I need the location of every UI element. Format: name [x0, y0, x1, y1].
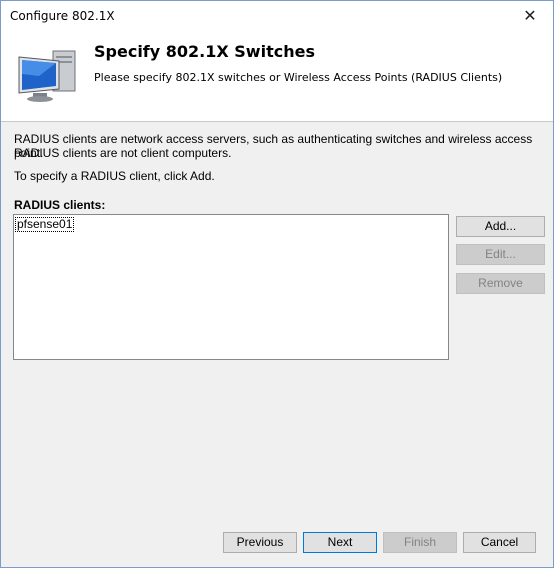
configure-dialog: Configure 802.1X ✕ Specify 802.1X Switch… — [0, 0, 554, 568]
finish-button[interactable]: Finish — [383, 532, 457, 553]
page-subtitle: Please specify 802.1X switches or Wirele… — [94, 71, 503, 84]
cancel-button[interactable]: Cancel — [463, 532, 536, 553]
close-icon: ✕ — [523, 8, 537, 25]
description-line-3: To specify a RADIUS client, click Add. — [14, 169, 215, 183]
description-line-2: RADIUS clients are not client computers. — [14, 146, 232, 160]
wizard-header: Specify 802.1X Switches Please specify 8… — [1, 31, 553, 122]
monitor-icon — [18, 50, 76, 102]
page-title: Specify 802.1X Switches — [94, 42, 315, 61]
radius-clients-label: RADIUS clients: — [14, 198, 106, 212]
close-button[interactable]: ✕ — [507, 1, 553, 31]
list-item[interactable]: pfsense01 — [15, 217, 75, 232]
edit-button[interactable]: Edit... — [456, 244, 545, 265]
radius-clients-list[interactable]: pfsense01 — [13, 214, 449, 360]
next-button[interactable]: Next — [303, 532, 377, 553]
window-title: Configure 802.1X — [10, 9, 115, 23]
add-button[interactable]: Add... — [456, 216, 545, 237]
remove-button[interactable]: Remove — [456, 273, 545, 294]
title-bar[interactable]: Configure 802.1X ✕ — [1, 1, 553, 31]
previous-button[interactable]: Previous — [223, 532, 297, 553]
